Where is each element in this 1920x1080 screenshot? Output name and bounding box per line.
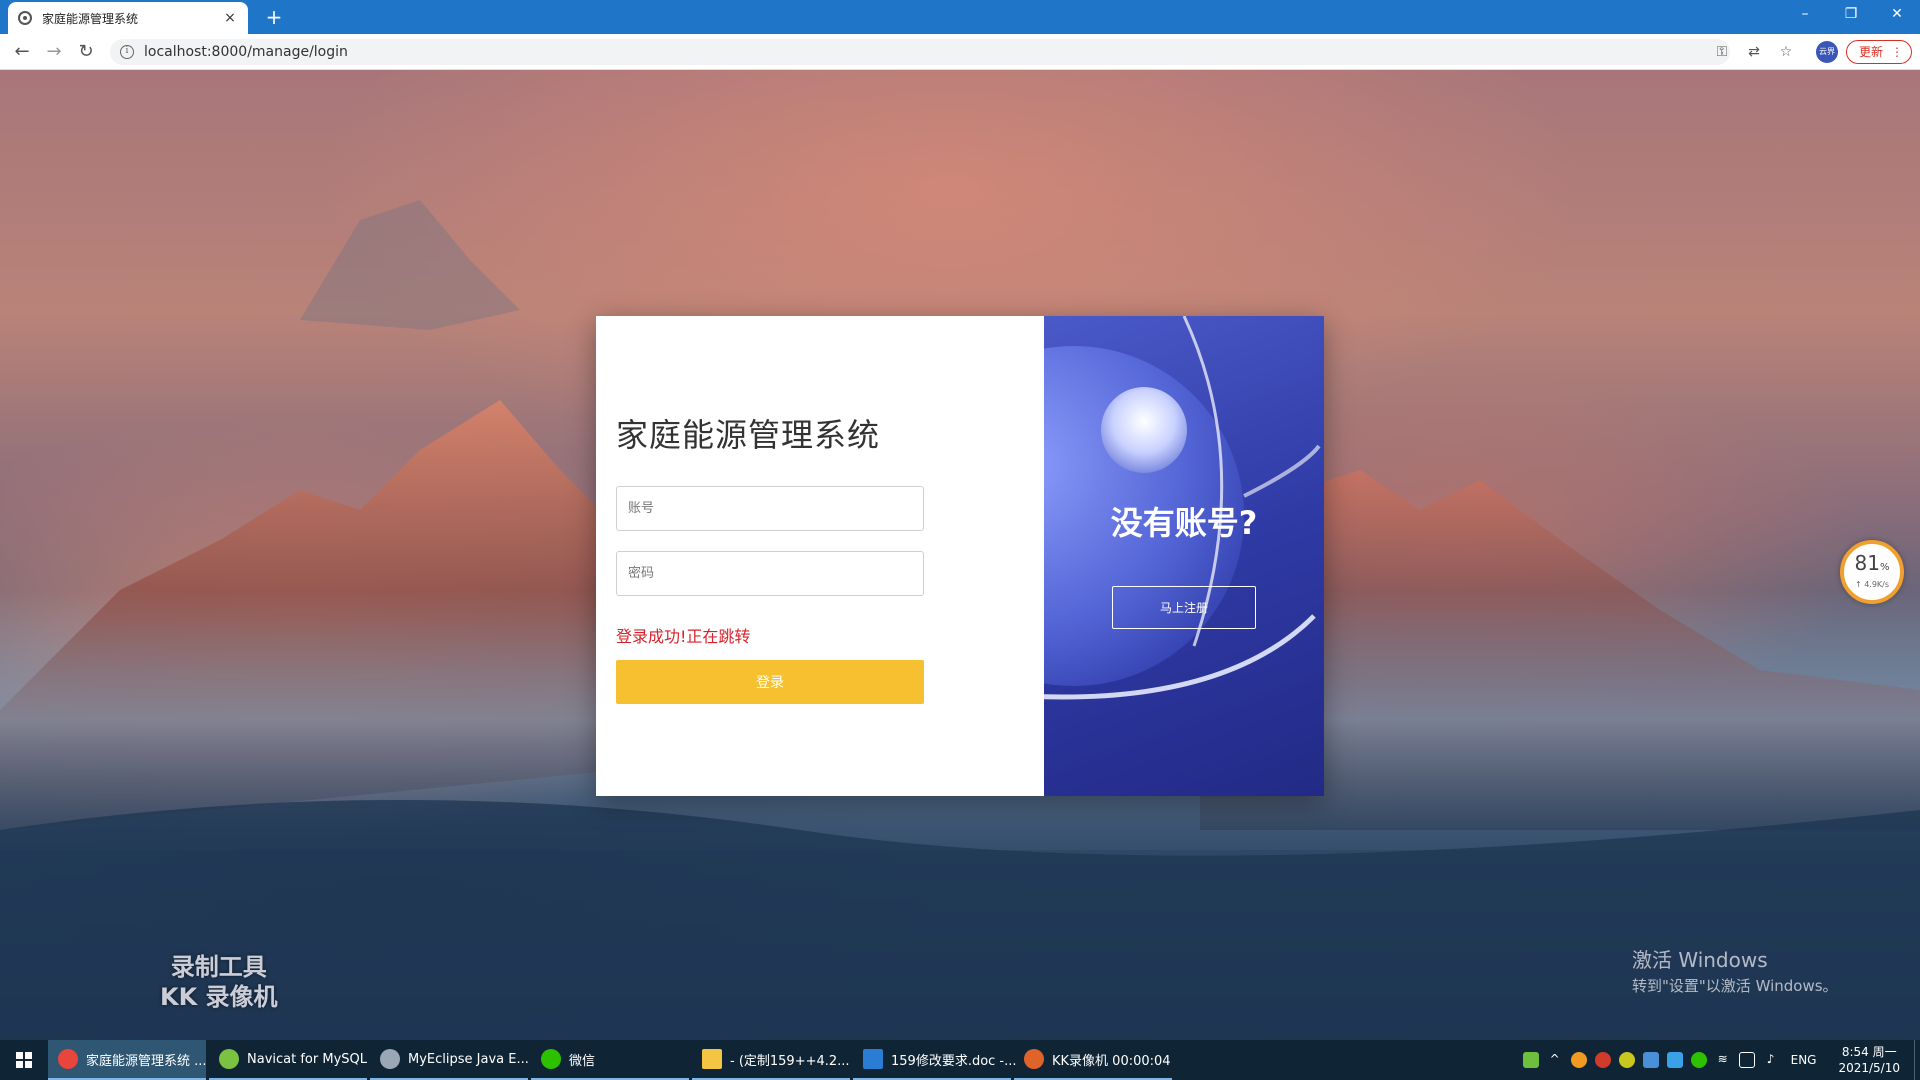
taskbar-item-word[interactable]: 159修改要求.doc -...: [853, 1040, 1017, 1080]
browser-tab[interactable]: 家庭能源管理系统 ×: [8, 2, 248, 34]
profile-avatar[interactable]: 云界: [1816, 41, 1838, 63]
taskbar-item-label: - (定制159++4.2...: [730, 1053, 850, 1069]
update-label: 更新: [1859, 45, 1884, 59]
taskbar-item-chrome[interactable]: 家庭能源管理系统 ...: [48, 1040, 207, 1080]
password-input[interactable]: [616, 551, 924, 596]
show-desktop-button[interactable]: [1914, 1040, 1920, 1080]
network-icon[interactable]: [1738, 1052, 1755, 1068]
tab-close-icon[interactable]: ×: [222, 10, 238, 26]
no-account-heading: 没有账号?: [1110, 504, 1258, 542]
login-status-message: 登录成功!正在跳转: [616, 627, 751, 646]
chrome-icon: [58, 1049, 78, 1069]
taskbar-item-label: KK录像机 00:00:04: [1052, 1053, 1171, 1069]
app-tray-icon[interactable]: [1570, 1052, 1587, 1068]
reload-icon[interactable]: ↻: [74, 40, 98, 64]
activate-hint: 转到"设置"以激活 Windows。: [1632, 977, 1838, 995]
word-doc-icon: [863, 1049, 883, 1069]
url-text: localhost:8000/manage/login: [144, 44, 348, 60]
watermark-line1: 录制工具: [170, 953, 267, 981]
forward-arrow-icon[interactable]: →: [42, 40, 66, 64]
key-icon[interactable]: ⚿: [1712, 42, 1732, 62]
taskbar-item-wechat[interactable]: 微信: [531, 1040, 689, 1080]
show-hidden-icons-chevron-icon[interactable]: ^: [1547, 1052, 1563, 1068]
update-button[interactable]: 更新 ⋮: [1846, 40, 1912, 64]
navicat-icon: [219, 1049, 239, 1069]
start-button[interactable]: [0, 1040, 48, 1080]
recorder-watermark: 录制工具 KK 录像机: [160, 952, 278, 1012]
taskbar-item-myeclipse[interactable]: MyEclipse Java E...: [370, 1040, 529, 1080]
account-input[interactable]: [616, 486, 924, 531]
tab-title: 家庭能源管理系统: [42, 11, 139, 26]
taskbar-clock[interactable]: 8:54 周一 2021/5/10: [1838, 1044, 1900, 1076]
taskbar-item-label: Navicat for MySQL: [247, 1051, 367, 1067]
taskbar-item-navicat[interactable]: Navicat for MySQL: [209, 1040, 367, 1080]
address-bar: ← → ↻ i localhost:8000/manage/login ⚿ ⇄ …: [0, 34, 1920, 70]
kk-recorder-icon: [1024, 1049, 1044, 1069]
qq-icon[interactable]: [1594, 1052, 1611, 1068]
login-button[interactable]: 登录: [616, 660, 924, 704]
speed-rate: ↑ 4.9K/s: [1854, 580, 1890, 589]
display-tray-icon[interactable]: [1642, 1052, 1659, 1068]
clock-date: 2021/5/10: [1838, 1061, 1900, 1075]
watermark-line2: KK 录像机: [160, 983, 278, 1011]
taskbar-apps: 家庭能源管理系统 ... Navicat for MySQL MyEclipse…: [48, 1040, 1175, 1080]
back-arrow-icon[interactable]: ←: [10, 40, 34, 64]
system-tray: ^ ≋ ♪ ENG 8:54 周一 2021/5/10: [1519, 1040, 1920, 1080]
windows-logo-icon: [16, 1052, 32, 1068]
wechat-tray-icon[interactable]: [1690, 1052, 1707, 1068]
site-info-icon[interactable]: i: [120, 45, 134, 59]
security-tray-icon[interactable]: [1618, 1052, 1635, 1068]
restore-button[interactable]: ❐: [1828, 0, 1874, 28]
browser-tab-strip: 家庭能源管理系统 × + – ❐ ✕: [0, 0, 1920, 34]
more-menu-icon: ⋮: [1891, 45, 1903, 59]
activate-title: 激活 Windows: [1632, 948, 1768, 972]
speed-percent: 81: [1854, 551, 1880, 575]
register-panel: 没有账号? 马上注册: [1044, 316, 1324, 796]
url-field[interactable]: i localhost:8000/manage/login: [110, 39, 1730, 65]
minimize-button[interactable]: –: [1782, 0, 1828, 28]
taskbar-item-label: 微信: [569, 1053, 596, 1069]
taskbar-item-label: 家庭能源管理系统 ...: [86, 1053, 207, 1069]
login-form-panel: 家庭能源管理系统 登录成功!正在跳转 登录: [596, 316, 1044, 796]
taskbar-item-label: MyEclipse Java E...: [408, 1051, 529, 1067]
language-indicator[interactable]: ENG: [1791, 1053, 1817, 1067]
battery-icon[interactable]: [1522, 1052, 1539, 1068]
close-window-button[interactable]: ✕: [1874, 0, 1920, 28]
login-card: 家庭能源管理系统 登录成功!正在跳转 登录: [596, 316, 1324, 796]
taskbar-item-folder[interactable]: - (定制159++4.2...: [692, 1040, 850, 1080]
taskbar-item-kk-recorder[interactable]: KK录像机 00:00:04: [1014, 1040, 1172, 1080]
clock-time: 8:54 周一: [1841, 1045, 1897, 1059]
windows-taskbar: 家庭能源管理系统 ... Navicat for MySQL MyEclipse…: [0, 1040, 1920, 1080]
myeclipse-icon: [380, 1049, 400, 1069]
page-title: 家庭能源管理系统: [616, 416, 881, 454]
network-speed-widget[interactable]: 81% ↑ 4.9K/s: [1840, 540, 1904, 604]
speed-unit: %: [1879, 562, 1890, 573]
wifi-icon[interactable]: ≋: [1715, 1052, 1731, 1068]
planet-illustration: [1044, 316, 1321, 700]
register-button[interactable]: 马上注册: [1112, 586, 1256, 629]
activate-windows-notice: 激活 Windows 转到"设置"以激活 Windows。: [1632, 944, 1838, 996]
new-tab-button[interactable]: +: [262, 5, 286, 29]
folder-icon: [702, 1049, 722, 1069]
cube-tray-icon[interactable]: [1666, 1052, 1683, 1068]
volume-icon[interactable]: ♪: [1763, 1052, 1779, 1068]
chrome-favicon-icon: [18, 11, 32, 25]
taskbar-item-label: 159修改要求.doc -...: [891, 1053, 1017, 1069]
translate-icon[interactable]: ⇄: [1744, 42, 1764, 62]
bookmark-star-icon[interactable]: ☆: [1776, 42, 1796, 62]
wechat-icon: [541, 1049, 561, 1069]
